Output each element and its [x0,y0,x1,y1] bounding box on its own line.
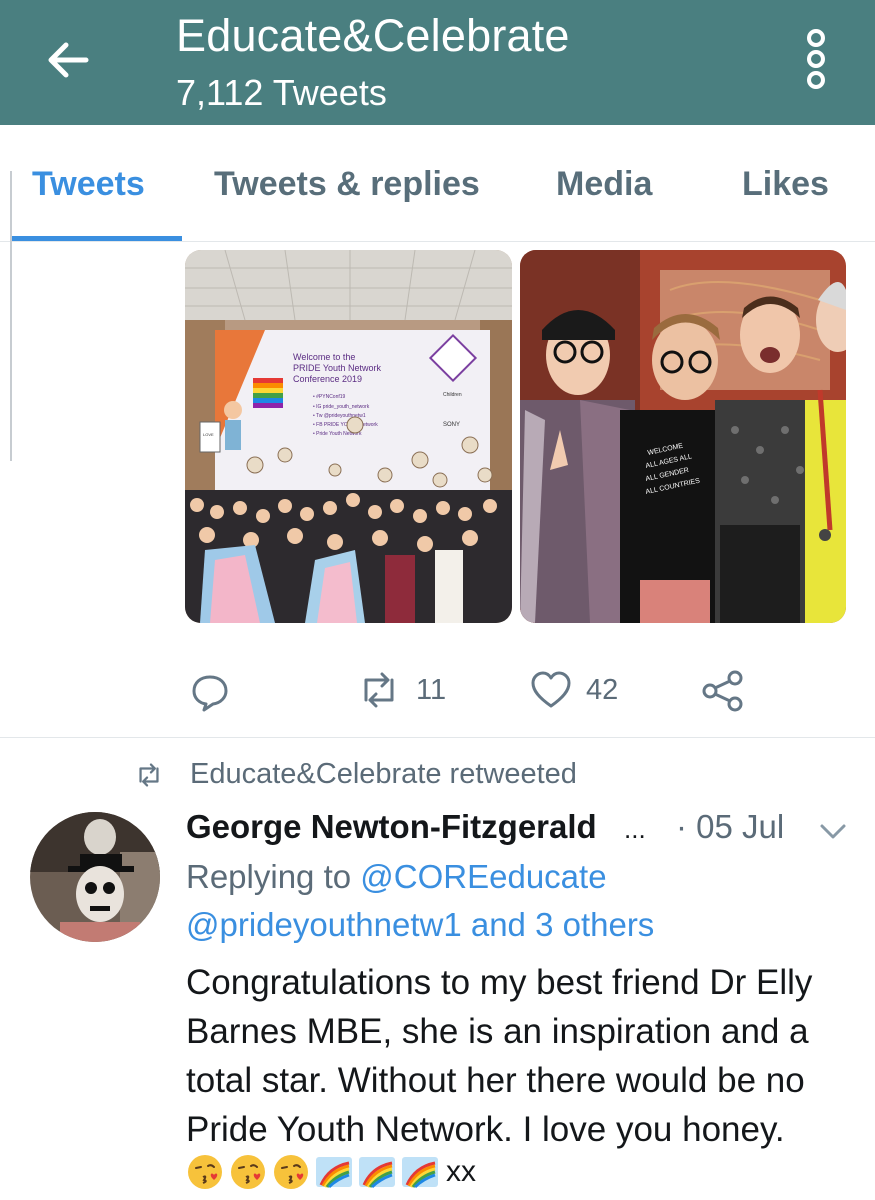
rainbow-icon [402,1157,438,1189]
heart-icon [531,671,571,708]
tweet-emojis: xx [186,1152,476,1192]
like-button[interactable]: 42 [530,670,618,710]
replying-to-label: Replying to [186,858,361,895]
svg-text:LOVE: LOVE [203,432,214,437]
poster-title: Welcome to the [293,352,355,362]
author-name-ellipsis: ... [624,814,646,844]
replying-to-more: @prideyouthnetw1 and 3 others [186,906,654,944]
rainbow-icon [359,1157,395,1189]
retweet-icon [364,672,394,708]
author-name[interactable]: George Newton-Fitzgerald [186,808,597,846]
like-count: 42 [586,673,619,706]
tweet-count: 7,112 Tweets [176,72,387,113]
share-icon [702,670,743,712]
chevron-down-icon[interactable] [818,818,848,844]
comment-icon [192,675,228,712]
svg-text:PRIDE Youth Network: PRIDE Youth Network [293,363,382,373]
reply-handle-coreeducate[interactable]: @COREeducate [360,858,606,895]
profile-tabs: Tweets Tweets & replies Media Likes [0,125,875,242]
tab-media[interactable]: Media [556,165,652,204]
profile-title: Educate&Celebrate [176,10,570,61]
tweet-text: Congratulations to my best friend Dr Ell… [186,963,813,1149]
kiss-face-icon [188,1155,222,1189]
reply-handle-prideyouthnetw1[interactable]: @prideyouthnetw1 [186,906,462,943]
svg-text:• IG pride_youth_network: • IG pride_youth_network [313,404,370,410]
tweet-divider [0,737,875,738]
rainbow-icon [316,1157,352,1189]
kiss-face-icon [231,1155,265,1189]
retweet-button[interactable]: 11 [356,670,446,710]
share-button[interactable] [702,670,744,712]
svg-text:Children: Children [443,392,462,398]
thread-line [10,171,12,461]
retweeted-by[interactable]: Educate&Celebrate retweeted [134,758,577,791]
svg-text:Conference 2019: Conference 2019 [293,374,362,384]
author-avatar[interactable] [30,812,160,942]
tab-tweets[interactable]: Tweets [32,165,145,204]
retweet-small-icon [139,762,159,787]
profile-header: Educate&Celebrate 7,112 Tweets [0,0,875,125]
tweet-actions: 11 42 [0,660,875,722]
kiss-face-icon [274,1155,308,1189]
more-vertical-icon[interactable] [796,24,836,94]
reply-button[interactable] [190,672,230,712]
svg-text:SONY: SONY [443,422,460,428]
active-tab-indicator [10,236,182,241]
emoji-suffix-text: xx [446,1155,476,1188]
replying-to: Replying to @COREeducate [186,858,607,896]
tweet-date[interactable]: · 05 Jul [676,808,784,846]
reply-others-link[interactable]: and 3 others [462,906,654,943]
retweeted-by-label: Educate&Celebrate retweeted [190,758,577,790]
svg-text:• #PYNConf19: • #PYNConf19 [313,394,346,400]
tab-likes[interactable]: Likes [742,165,829,204]
arrow-left-icon[interactable] [40,32,96,88]
retweet-count: 11 [416,673,447,706]
tweet-photo-group[interactable]: WELCOME ALL AGES ALL ALL GENDER ALL COUN… [520,250,846,623]
svg-text:• FB PRIDE YOUTH Network: • FB PRIDE YOUTH Network [313,422,378,428]
tab-tweets-and-replies[interactable]: Tweets & replies [214,165,480,204]
tweet-photo-conference[interactable]: Welcome to the PRIDE Youth Network Confe… [185,250,512,623]
